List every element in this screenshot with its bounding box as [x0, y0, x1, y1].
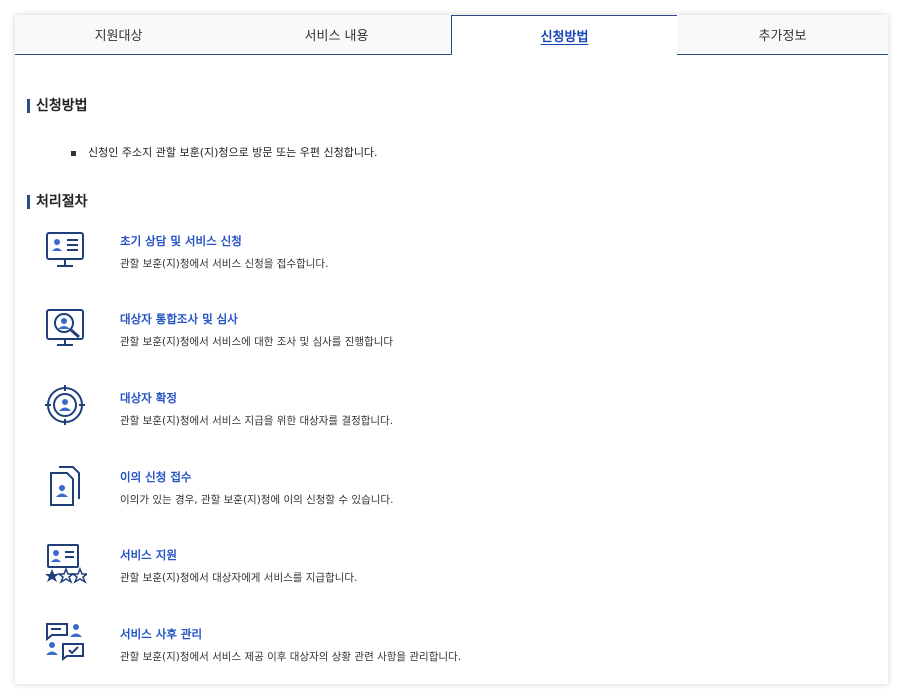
tab-extra-info[interactable]: 추가정보: [677, 15, 888, 55]
process-step: 초기 상담 및 서비스 신청 관할 보훈(지)청에서 서비스 신청을 접수합니다…: [15, 232, 888, 294]
tab-apply-method[interactable]: 신청방법: [451, 15, 678, 55]
step-description: 관할 보훈(지)청에서 서비스 제공 이후 대상자의 상황 관련 사항을 관리합…: [120, 651, 462, 663]
process-step: 서비스 사후 관리 관할 보훈(지)청에서 서비스 제공 이후 대상자의 상황 …: [15, 623, 888, 687]
step-description: 관할 보훈(지)청에서 서비스에 대한 조사 및 심사를 진행합니다: [120, 336, 394, 348]
document-user-icon: [43, 464, 87, 508]
service-info-card: 지원대상 서비스 내용 신청방법 추가정보 신청방법 신청인 주소지 관할 보훈…: [15, 15, 888, 684]
process-step: 대상자 확정 관할 보훈(지)청에서 서비스 지급을 위한 대상자를 결정합니다…: [15, 385, 888, 451]
apply-heading: 신청방법: [27, 98, 88, 114]
process-step: 이의 신청 접수 이의가 있는 경우, 관할 보훈(지)청에 이의 신청할 수 …: [15, 466, 888, 530]
tab-label: 지원대상: [94, 29, 143, 44]
step-description: 관할 보훈(지)청에서 대상자에게 서비스를 지급합니다.: [120, 572, 358, 584]
tab-target[interactable]: 지원대상: [15, 15, 223, 55]
step-description: 이의가 있는 경우, 관할 보훈(지)청에 이의 신청할 수 있습니다.: [120, 494, 394, 506]
users-chat-check-icon: [43, 621, 87, 665]
process-step: 서비스 지원 관할 보훈(지)청에서 대상자에게 서비스를 지급합니다.: [15, 544, 888, 608]
apply-bullet-item: 신청인 주소지 관할 보훈(지)청으로 방문 또는 우편 신청합니다.: [71, 146, 378, 160]
step-title: 초기 상담 및 서비스 신청: [120, 234, 242, 248]
tab-service-content[interactable]: 서비스 내용: [222, 15, 452, 55]
step-title: 서비스 사후 관리: [120, 627, 203, 641]
tab-label: 신청방법: [540, 30, 589, 45]
step-title: 대상자 확정: [120, 391, 177, 405]
step-title: 서비스 지원: [120, 548, 177, 562]
step-description: 관할 보훈(지)청에서 서비스 지급을 위한 대상자를 결정합니다.: [120, 415, 394, 427]
process-step: 대상자 통합조사 및 심사 관할 보훈(지)청에서 서비스에 대한 조사 및 심…: [15, 309, 888, 372]
step-title: 이의 신청 접수: [120, 470, 192, 484]
tab-label: 서비스 내용: [304, 29, 369, 44]
monitor-profile-icon: [43, 228, 87, 272]
bullet-text: 신청인 주소지 관할 보훈(지)청으로 방문 또는 우편 신청합니다.: [88, 146, 378, 159]
step-title: 대상자 통합조사 및 심사: [120, 312, 238, 326]
target-user-icon: [43, 385, 87, 429]
process-heading: 처리절차: [27, 194, 88, 210]
tab-bar: 지원대상 서비스 내용 신청방법 추가정보: [15, 15, 888, 55]
profile-stars-icon: [43, 542, 90, 586]
step-description: 관할 보훈(지)청에서 서비스 신청을 접수합니다.: [120, 258, 329, 270]
monitor-search-user-icon: [43, 306, 87, 350]
tab-label: 추가정보: [758, 29, 807, 44]
